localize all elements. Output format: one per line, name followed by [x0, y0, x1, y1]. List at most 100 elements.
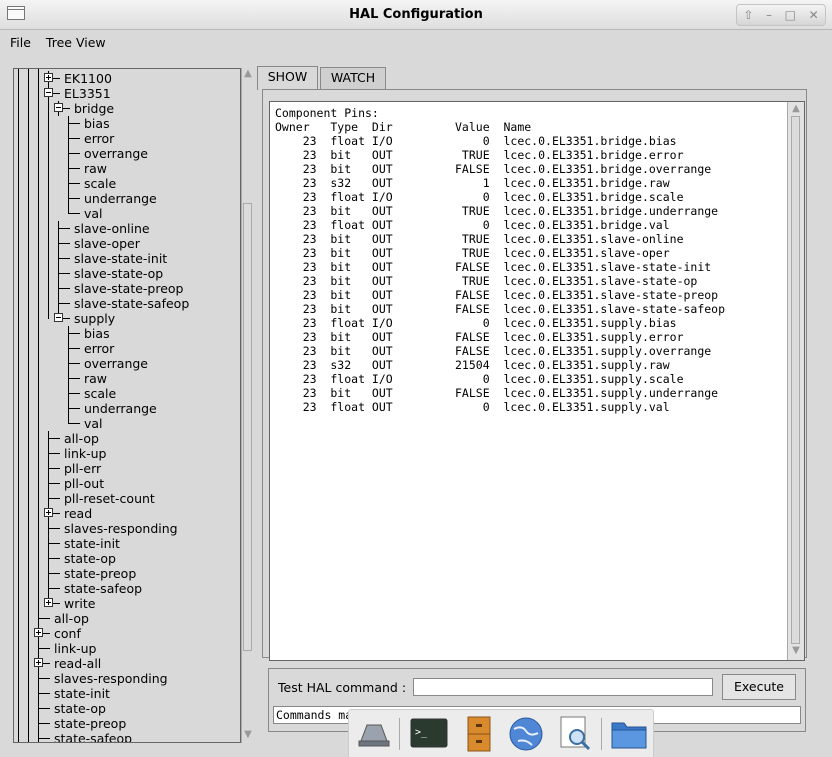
tree-node-label: state-preop [64, 566, 137, 581]
tree-connector [48, 453, 60, 454]
tree-connector [38, 723, 50, 724]
expand-icon[interactable] [44, 73, 53, 82]
collapse-icon[interactable] [54, 103, 63, 112]
collapse-icon[interactable] [54, 313, 63, 322]
tree-connector [48, 543, 60, 544]
tree-node-label: state-op [54, 701, 106, 716]
folder-icon[interactable] [609, 715, 649, 753]
tree-node-label: read-all [54, 656, 102, 671]
tree-node[interactable]: underrange [14, 401, 240, 416]
terminal-icon[interactable]: >_ [409, 715, 449, 753]
tree-connector [68, 198, 80, 199]
tree-node[interactable]: scale [14, 386, 240, 401]
tree-node[interactable]: error [14, 341, 240, 356]
tree-node-label: supply [74, 311, 116, 326]
tree-node[interactable]: read-all [14, 656, 240, 671]
command-input[interactable] [413, 678, 713, 696]
expand-icon[interactable] [44, 598, 53, 607]
tree-node[interactable]: state-op [14, 701, 240, 716]
tree-node-label: error [84, 341, 115, 356]
tree-node-label: bias [84, 326, 110, 341]
tree-connector [58, 303, 70, 304]
tree-node[interactable]: state-safeop [14, 731, 240, 742]
tree-node-label: state-init [64, 536, 120, 551]
menu-file[interactable]: File [5, 35, 36, 50]
tree-connector [68, 393, 80, 394]
document-search-icon[interactable] [555, 715, 595, 753]
tree-node-label: link-up [64, 446, 107, 461]
tree-node[interactable]: write [14, 596, 240, 611]
drive-icon[interactable] [353, 715, 393, 753]
tree-node-label: write [64, 596, 96, 611]
tab-watch[interactable]: WATCH [320, 67, 386, 89]
tree-node-label: EK1100 [64, 71, 112, 86]
tree-node[interactable]: pll-reset-count [14, 491, 240, 506]
tree-node-label: EL3351 [64, 86, 111, 101]
tree-connector [68, 363, 80, 364]
tree-node[interactable]: link-up [14, 446, 240, 461]
maximize-icon[interactable]: □ [785, 8, 796, 22]
tab-show[interactable]: SHOW [257, 66, 318, 90]
tree-scroll-thumb[interactable] [243, 203, 252, 651]
execute-button[interactable]: Execute [722, 674, 796, 700]
tree-node[interactable]: state-safeop [14, 581, 240, 596]
tree-node[interactable]: pll-err [14, 461, 240, 476]
tree-node[interactable]: state-init [14, 686, 240, 701]
tree-node[interactable]: read [14, 506, 240, 521]
output-scroll-thumb[interactable] [791, 116, 800, 644]
tree-node-label: slave-state-safeop [74, 296, 190, 311]
scroll-up-icon[interactable]: ▲ [243, 69, 253, 79]
tree-node[interactable]: val [14, 416, 240, 431]
shade-icon[interactable]: ⇧ [743, 8, 753, 22]
close-icon[interactable]: ✕ [809, 8, 819, 22]
tree-node-label: state-init [54, 686, 110, 701]
pin-output-text[interactable]: Component Pins: Owner Type Dir Value Nam… [269, 101, 805, 661]
globe-icon[interactable] [506, 715, 546, 753]
tree-node[interactable]: EK1100 [14, 71, 240, 86]
expand-icon[interactable] [44, 508, 53, 517]
tree-node-label: slave-oper [74, 236, 140, 251]
tree-connector [48, 438, 60, 439]
expand-icon[interactable] [34, 658, 43, 667]
tree-node[interactable]: all-op [14, 431, 240, 446]
tree-connector [48, 498, 60, 499]
tree-node-label: pll-out [64, 476, 105, 491]
tree-connector [38, 678, 50, 679]
tree-node[interactable]: EL3351 [14, 86, 240, 101]
scroll-up-icon[interactable]: ▲ [791, 104, 801, 114]
tree-node[interactable]: state-preop [14, 716, 240, 731]
command-label: Test HAL command : [278, 680, 407, 695]
tree-node[interactable]: slaves-responding [14, 671, 240, 686]
expand-icon[interactable] [34, 628, 43, 637]
tree-node[interactable]: raw [14, 371, 240, 386]
tree-node-label: state-safeop [64, 581, 143, 596]
window-title: HAL Configuration [349, 7, 483, 22]
dock-separator [601, 718, 602, 750]
tree-node[interactable]: state-init [14, 536, 240, 551]
scroll-down-icon[interactable]: ▼ [243, 730, 253, 740]
tree-node[interactable]: conf [14, 626, 240, 641]
tree-node[interactable]: state-op [14, 551, 240, 566]
output-scrollbar[interactable]: ▲ ▼ [787, 102, 804, 660]
tree-node[interactable]: slaves-responding [14, 521, 240, 536]
tree-node[interactable]: link-up [14, 641, 240, 656]
file-cabinet-icon[interactable] [459, 715, 499, 753]
tree-node[interactable]: all-op [14, 611, 240, 626]
tree-node[interactable]: state-preop [14, 566, 240, 581]
minimize-icon[interactable]: – [766, 8, 772, 22]
tree-node[interactable]: overrange [14, 356, 240, 371]
tree-scrollbar[interactable]: ▲ ▼ [241, 68, 254, 743]
tree-connector [48, 483, 60, 484]
tree-node[interactable]: pll-out [14, 476, 240, 491]
tree-node-label: scale [84, 386, 117, 401]
tree-connector [48, 588, 60, 589]
tree-node-label: pll-err [64, 461, 102, 476]
tree-node-label: val [84, 416, 103, 431]
hal-tree[interactable]: EK1100 EL3351 bridge bias error overrange raw s… [13, 68, 241, 743]
tree-connector [58, 258, 70, 259]
collapse-icon[interactable] [44, 88, 53, 97]
menu-tree-view[interactable]: Tree View [41, 35, 111, 50]
scroll-down-icon[interactable]: ▼ [791, 646, 801, 656]
tree-node[interactable]: bias [14, 326, 240, 341]
tree-connector [48, 558, 60, 559]
